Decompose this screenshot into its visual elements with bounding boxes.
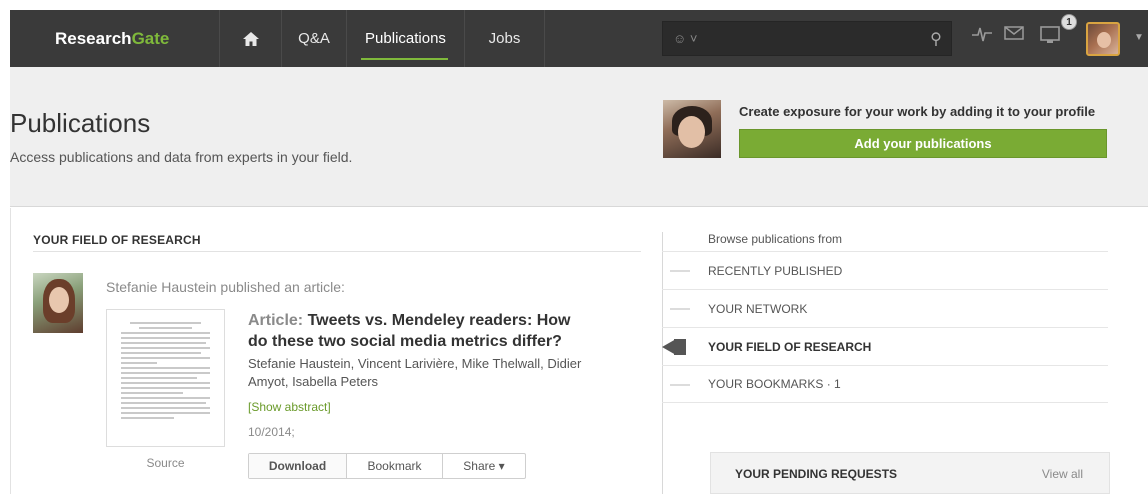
section-divider	[33, 251, 641, 252]
nav-qa[interactable]: Q&A	[282, 10, 347, 67]
article-title[interactable]: Article: Tweets vs. Mendeley readers: Ho…	[248, 310, 588, 352]
pending-requests-title: YOUR PENDING REQUESTS	[735, 467, 898, 481]
browse-item-your-field-of-research[interactable]: YOUR FIELD OF RESEARCH	[662, 327, 1108, 365]
nav-qa-label: Q&A	[298, 30, 330, 47]
top-navigation-bar: Research Gate Q&A Publications Jobs ☺ ˅ ⚲…	[10, 10, 1148, 67]
pending-requests-panel: YOUR PENDING REQUESTS View all	[710, 452, 1110, 494]
main-content: YOUR FIELD OF RESEARCH Stefanie Haustein…	[10, 208, 1148, 494]
dash-icon	[670, 308, 690, 310]
article-date: 10/2014;	[248, 425, 295, 439]
page-subtitle: Access publications and data from expert…	[10, 149, 353, 165]
nav-home[interactable]	[220, 10, 282, 67]
share-button[interactable]: Share ▾	[443, 454, 525, 478]
home-icon	[242, 31, 259, 46]
add-publications-button[interactable]: Add your publications	[739, 129, 1107, 158]
nav-jobs[interactable]: Jobs	[465, 10, 545, 67]
browse-item-recently-published[interactable]: RECENTLY PUBLISHED	[662, 251, 1108, 289]
browse-item-label: YOUR NETWORK	[708, 301, 808, 316]
article-kind-label: Article:	[248, 312, 304, 329]
nav-publications-label: Publications	[365, 30, 446, 47]
article-authors[interactable]: Stefanie Haustein, Vincent Larivière, Mi…	[248, 355, 588, 391]
messages-envelope-icon[interactable]	[1004, 25, 1024, 46]
dash-icon	[670, 384, 690, 386]
browse-heading: Browse publications from	[708, 232, 843, 246]
page-header: Publications Access publications and dat…	[10, 67, 1148, 207]
search-scope-person-icon[interactable]: ☺ ˅	[663, 31, 707, 46]
page-title: Publications	[10, 108, 151, 138]
promo-user-photo	[663, 100, 721, 158]
logo-gate-text: Gate	[131, 28, 170, 48]
browse-item-your-network[interactable]: YOUR NETWORK	[662, 289, 1108, 327]
feed-item-header: Stefanie Haustein published an article:	[106, 279, 345, 295]
section-title: YOUR FIELD OF RESEARCH	[33, 233, 201, 247]
search-input[interactable]	[707, 22, 921, 55]
article-actions: Download Bookmark Share ▾	[248, 453, 526, 479]
browse-item-label: YOUR BOOKMARKS · 1	[708, 377, 841, 391]
author-avatar[interactable]	[33, 273, 83, 333]
article-thumbnail[interactable]	[106, 309, 225, 447]
search-box: ☺ ˅ ⚲	[662, 21, 952, 56]
download-button[interactable]: Download	[249, 454, 347, 478]
browse-item-label: YOUR FIELD OF RESEARCH	[708, 339, 872, 354]
search-icon[interactable]: ⚲	[921, 29, 951, 49]
article-source-label[interactable]: Source	[106, 456, 225, 470]
nav-jobs-label: Jobs	[488, 30, 521, 47]
browse-item-label: RECENTLY PUBLISHED	[708, 263, 843, 278]
researchgate-logo[interactable]: Research Gate	[10, 10, 220, 67]
promo-text: Create exposure for your work by adding …	[739, 104, 1096, 119]
browse-item-your-bookmarks[interactable]: YOUR BOOKMARKS · 1	[662, 365, 1108, 403]
notification-count-badge: 1	[1061, 14, 1077, 30]
logo-research-text: Research	[55, 28, 132, 48]
nav-publications[interactable]: Publications	[347, 10, 465, 67]
user-avatar[interactable]	[1086, 22, 1120, 56]
view-all-link[interactable]: View all	[1042, 467, 1083, 481]
account-menu-chevron-down-icon[interactable]: ▼	[1134, 32, 1144, 43]
activity-pulse-icon[interactable]	[972, 25, 992, 48]
show-abstract-link[interactable]: [Show abstract]	[248, 400, 331, 414]
dash-icon	[670, 270, 690, 272]
notifications-icon[interactable]	[1040, 25, 1062, 50]
bookmark-button[interactable]: Bookmark	[347, 454, 443, 478]
